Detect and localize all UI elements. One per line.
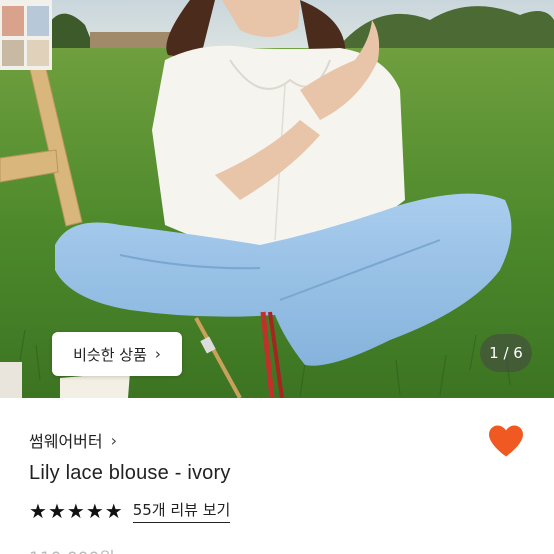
star-icon: ★ — [104, 499, 123, 523]
image-page-indicator: 1 / 6 — [480, 334, 532, 372]
heart-icon[interactable] — [487, 424, 525, 458]
chevron-right-icon: › — [110, 430, 118, 450]
similar-products-label: 비슷한 상품 — [73, 345, 147, 364]
rating-row: ★ ★ ★ ★ ★ 55개 리뷰 보기 — [29, 499, 231, 523]
shop-link[interactable]: 썸웨어버터 › — [29, 428, 117, 452]
product-info: 썸웨어버터 › Lily lace blouse - ivory ★ ★ ★ ★… — [0, 398, 554, 554]
product-title: Lily lace blouse - ivory — [29, 462, 231, 484]
similar-products-button[interactable]: 비슷한 상품 › — [52, 332, 182, 376]
star-icon: ★ — [47, 499, 66, 523]
rating-stars: ★ ★ ★ ★ ★ — [29, 501, 123, 521]
star-icon: ★ — [29, 499, 47, 523]
chevron-right-icon: › — [154, 345, 161, 363]
product-price: 110,000원 — [29, 544, 115, 554]
shop-name: 썸웨어버터 — [29, 432, 103, 451]
thumbnail-strip — [0, 0, 52, 70]
page-indicator-text: 1 / 6 — [489, 344, 523, 362]
star-icon: ★ — [66, 499, 85, 523]
star-icon: ★ — [85, 499, 104, 523]
product-image[interactable]: 비슷한 상품 › 1 / 6 — [0, 0, 554, 398]
view-reviews-link[interactable]: 55개 리뷰 보기 — [132, 499, 231, 523]
